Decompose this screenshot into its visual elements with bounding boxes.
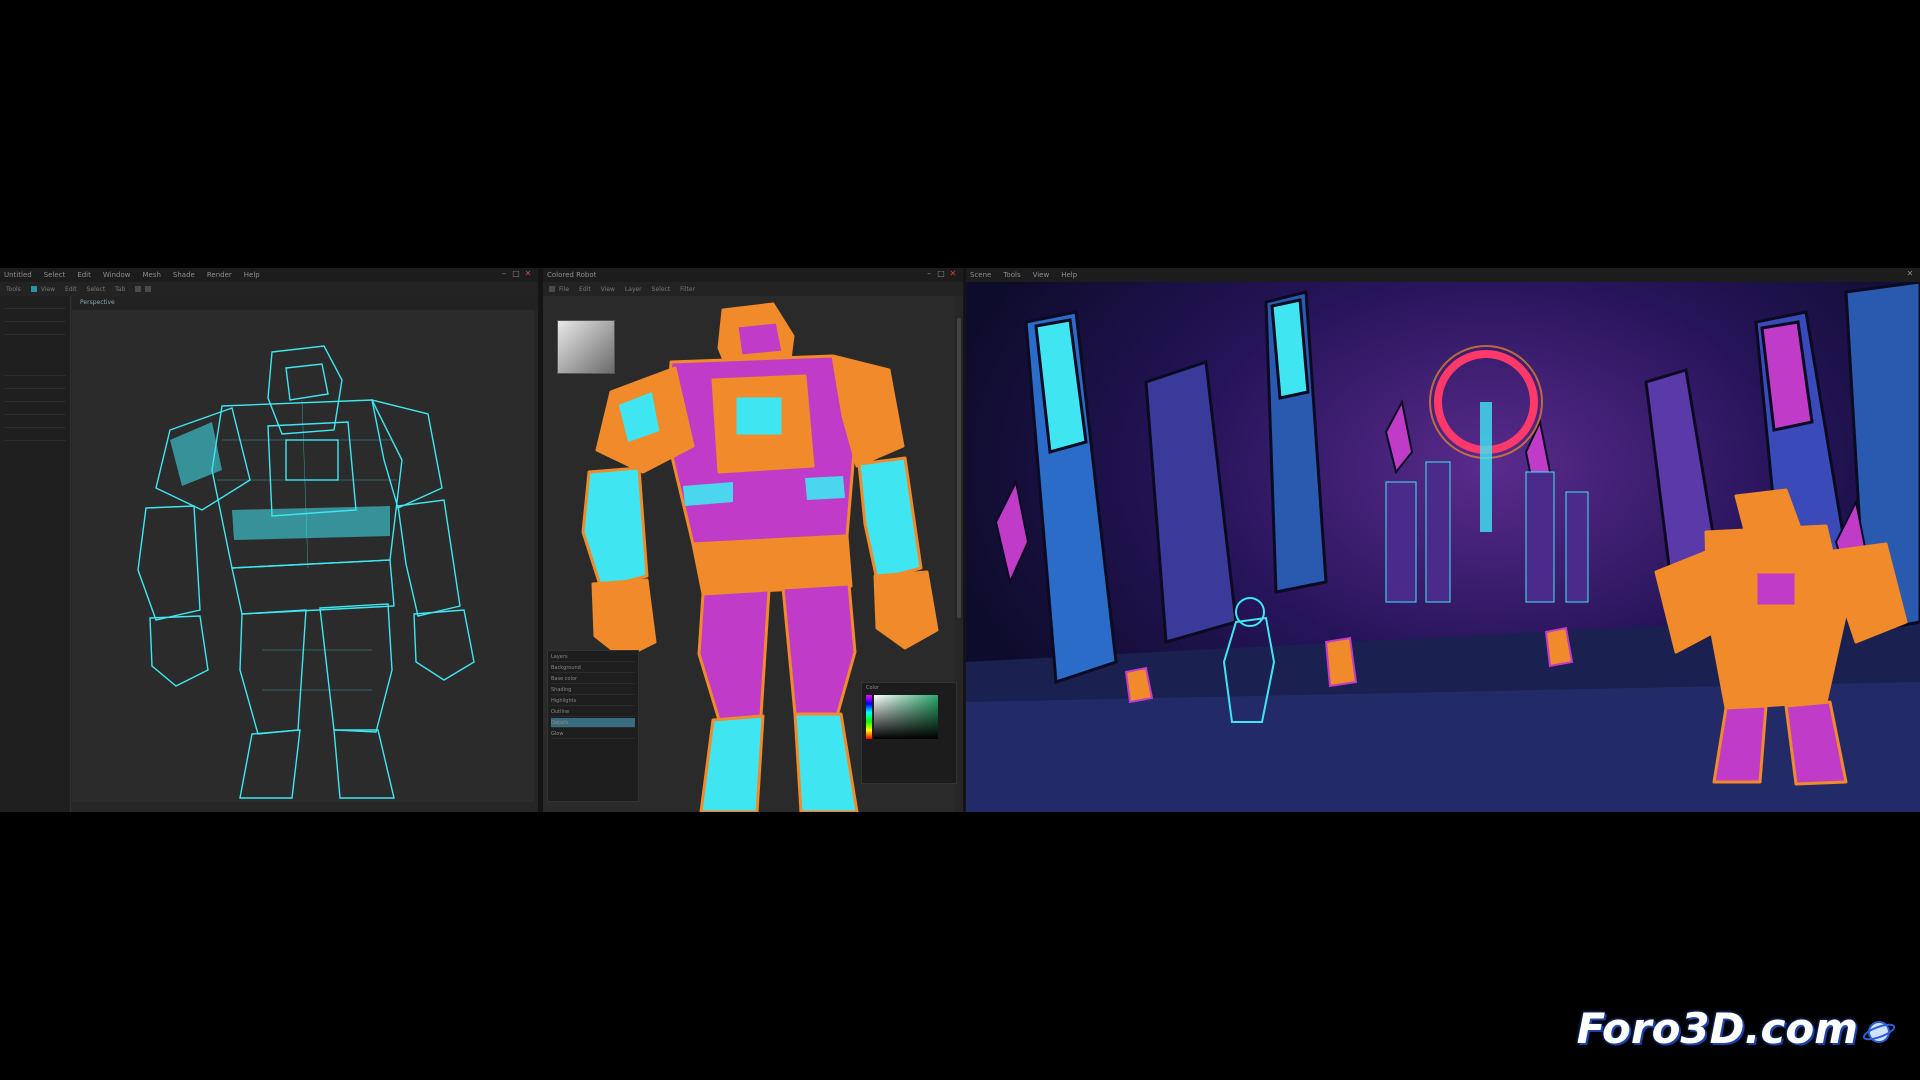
outliner-row[interactable]	[4, 404, 66, 415]
toolbar-item[interactable]: Tab	[115, 286, 125, 293]
menu-item[interactable]: Window	[103, 271, 131, 279]
close-icon[interactable]: ✕	[524, 270, 532, 278]
viewport-tab[interactable]: Perspective	[72, 296, 538, 310]
menu-item[interactable]: Help	[244, 271, 260, 279]
brush-preview[interactable]	[557, 320, 615, 374]
outliner-panel	[0, 296, 71, 812]
outliner-row[interactable]	[4, 417, 66, 428]
canvas-scrollbar[interactable]	[957, 318, 961, 618]
menu-item[interactable]: Edit	[77, 271, 91, 279]
scene-menubar: Scene Tools View Help ✕	[966, 268, 1920, 282]
tool-icon[interactable]	[135, 286, 142, 292]
paint-window: Colored Robot – □ ✕ File Edit View Layer…	[543, 268, 963, 812]
layer-row[interactable]: Background	[551, 663, 635, 673]
editor-strip: Untitled Select Edit Window Mesh Shade R…	[0, 268, 1920, 812]
wireframe-viewport[interactable]	[72, 310, 534, 802]
toolbar-item[interactable]: Edit	[579, 286, 591, 293]
menu-item[interactable]: Mesh	[142, 271, 160, 279]
toolbar-item[interactable]: File	[559, 286, 569, 293]
maximize-icon[interactable]: □	[937, 270, 945, 278]
color-picker-panel: Color	[861, 682, 957, 784]
modeler-toolbar: Tools View Edit Select Tab	[0, 282, 538, 296]
menu-item[interactable]: Render	[207, 271, 232, 279]
tool-icon[interactable]	[145, 286, 152, 292]
modeler-window: Untitled Select Edit Window Mesh Shade R…	[0, 268, 538, 812]
foro3d-watermark: Foro3D.com	[1577, 1004, 1896, 1053]
minimize-icon[interactable]: –	[925, 270, 933, 278]
minimize-icon[interactable]: –	[500, 270, 508, 278]
robot-wireframe-icon	[137, 345, 475, 799]
close-icon[interactable]: ✕	[949, 270, 957, 278]
hue-slider[interactable]	[866, 695, 872, 739]
menu-item[interactable]: Untitled	[4, 271, 32, 279]
outliner-row[interactable]	[4, 365, 66, 376]
layer-row[interactable]: Outline	[551, 707, 635, 717]
color-field[interactable]	[874, 695, 938, 739]
outliner-row[interactable]	[4, 298, 66, 309]
layer-row[interactable]: Glow	[551, 729, 635, 739]
window-title: Colored Robot	[547, 271, 597, 279]
globe-icon	[1862, 1020, 1896, 1043]
outliner-row[interactable]	[4, 391, 66, 402]
tool-icon[interactable]	[30, 286, 37, 292]
paint-titlebar: Colored Robot – □ ✕	[543, 268, 963, 282]
outliner-row[interactable]	[4, 311, 66, 322]
menu-item[interactable]: Tools	[1003, 271, 1020, 279]
menu-item[interactable]: Scene	[970, 271, 991, 279]
toolbar-item[interactable]: Tools	[6, 286, 21, 293]
paint-toolbar: File Edit View Layer Select Filter	[543, 282, 963, 296]
layer-row[interactable]: Highlights	[551, 696, 635, 706]
toolbar-item[interactable]: Layer	[625, 286, 642, 293]
game-scene-viewport[interactable]	[966, 280, 1920, 812]
close-icon[interactable]: ✕	[1906, 270, 1914, 278]
tool-icon[interactable]	[549, 286, 555, 292]
watermark-text: Foro3D.com	[1576, 1004, 1858, 1053]
color-picker-title: Color	[866, 685, 880, 691]
toolbar-item[interactable]: Select	[652, 286, 671, 293]
layer-row[interactable]: Details	[551, 718, 635, 728]
layer-row[interactable]: Shading	[551, 685, 635, 695]
menu-item[interactable]: Help	[1061, 271, 1077, 279]
layers-panel: Layers Background Base color Shading Hig…	[547, 650, 639, 802]
toolbar-item[interactable]: Select	[87, 286, 106, 293]
game-scene-icon	[966, 280, 1920, 812]
toolbar-item[interactable]: View	[41, 286, 55, 293]
outliner-row[interactable]	[4, 324, 66, 335]
menu-item[interactable]: View	[1033, 271, 1050, 279]
outliner-row[interactable]	[4, 378, 66, 389]
modeler-menubar: Untitled Select Edit Window Mesh Shade R…	[0, 268, 538, 282]
toolbar-item[interactable]: Filter	[680, 286, 695, 293]
layers-panel-title: Layers	[551, 652, 635, 662]
menu-item[interactable]: Select	[44, 271, 66, 279]
maximize-icon[interactable]: □	[512, 270, 520, 278]
toolbar-item[interactable]: Edit	[65, 286, 77, 293]
toolbar-item[interactable]: View	[601, 286, 615, 293]
outliner-row[interactable]	[4, 430, 66, 441]
game-scene-window: Scene Tools View Help ✕	[966, 268, 1920, 812]
layer-row[interactable]: Base color	[551, 674, 635, 684]
menu-item[interactable]: Shade	[173, 271, 195, 279]
